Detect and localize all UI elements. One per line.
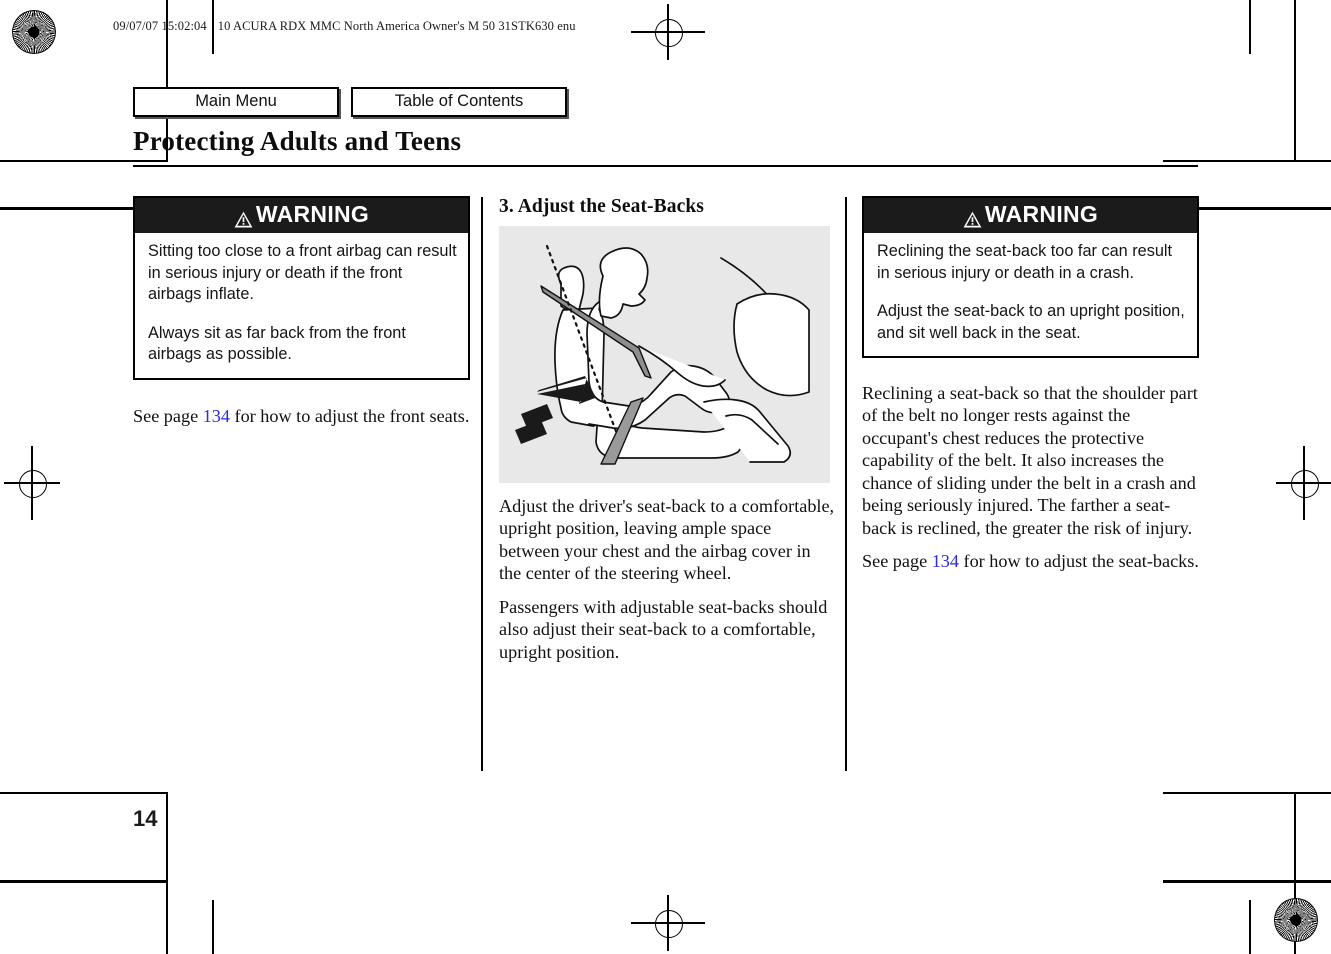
main-menu-button[interactable]: Main Menu xyxy=(133,87,339,118)
print-slug-job: 10 ACURA RDX MMC North America Owner's M… xyxy=(217,19,576,33)
table-of-contents-button[interactable]: Table of Contents xyxy=(351,87,567,118)
warning-body: Reclining the seat-back too far can resu… xyxy=(864,233,1197,356)
warning-box-airbag-distance: WARNING Sitting too close to a front air… xyxy=(133,196,470,380)
body-paragraph: Reclining a seat-back so that the should… xyxy=(862,383,1198,538)
registration-target-top-left xyxy=(12,10,56,54)
trim-mark-bottom-left-v-inner xyxy=(166,792,168,954)
print-slug-timestamp: 09/07/07 15:02:04 xyxy=(113,19,207,33)
trim-mark-top-right-v-outer xyxy=(1249,0,1251,54)
body-paragraph: Adjust the driver's seat-back to a comfo… xyxy=(499,496,835,584)
warning-header: WARNING xyxy=(135,198,468,233)
trim-mark-top-left-h-inner xyxy=(0,160,168,162)
warning-triangle-icon xyxy=(234,207,253,228)
trim-mark-top-right-h-inner xyxy=(1163,160,1331,162)
warning-paragraph: Reclining the seat-back too far can resu… xyxy=(877,242,1173,282)
warning-header-label: WARNING xyxy=(984,201,1099,227)
registration-crosshair-top xyxy=(631,4,705,60)
warning-triangle-icon xyxy=(963,207,982,228)
trim-mark-bottom-left-h-inner xyxy=(0,792,168,794)
page-reference-link[interactable]: 134 xyxy=(203,406,230,426)
page-number-folio: 14 xyxy=(133,806,158,831)
see-page-prefix: See page xyxy=(862,551,932,572)
trim-mark-top-right-v-inner xyxy=(1294,0,1296,162)
trim-mark-bottom-right-h-outer xyxy=(1163,880,1331,883)
see-page-prefix: See page xyxy=(133,405,203,426)
title-rule xyxy=(133,165,1198,167)
trim-mark-bottom-right-v-outer xyxy=(1249,900,1251,954)
page-reference-link[interactable]: 134 xyxy=(932,551,959,571)
warning-paragraph: Always sit as far back from the front ai… xyxy=(148,323,406,364)
body-paragraph: Passengers with adjustable seat-backs sh… xyxy=(499,596,828,662)
registration-crosshair-bottom xyxy=(631,895,705,951)
column-divider-left xyxy=(481,197,483,771)
registration-target-bottom-right xyxy=(1274,898,1318,942)
trim-mark-bottom-right-h-inner xyxy=(1163,792,1331,794)
right-column: WARNING Reclining the seat-back too far … xyxy=(862,196,1199,573)
warning-body: Sitting too close to a front airbag can … xyxy=(135,233,468,378)
page-title: Protecting Adults and Teens xyxy=(133,126,462,156)
driver-seat-back-adjustment-illustration xyxy=(499,226,830,483)
see-page-suffix: for how to adjust the seat-backs. xyxy=(958,551,1199,572)
left-column: WARNING Sitting too close to a front air… xyxy=(133,196,470,427)
warning-paragraph: Sitting too close to a front airbag can … xyxy=(148,242,457,303)
middle-column-body: Adjust the driver's seat-back to a comfo… xyxy=(499,495,836,663)
section-heading: 3. Adjust the Seat-Backs xyxy=(499,196,704,217)
see-page-reference: See page 134 for how to adjust the seat-… xyxy=(862,550,1199,572)
right-column-body: Reclining a seat-back so that the should… xyxy=(862,382,1199,573)
warning-header: WARNING xyxy=(864,198,1197,233)
left-column-body: See page 134 for how to adjust the front… xyxy=(133,405,470,427)
middle-column: 3. Adjust the Seat-Backs Adjust the driv… xyxy=(499,196,836,663)
registration-crosshair-right xyxy=(1276,446,1331,520)
warning-paragraph: Adjust the seat-back to an upright posit… xyxy=(877,302,1185,342)
see-page-reference: See page 134 for how to adjust the front… xyxy=(133,405,470,427)
column-divider-right xyxy=(845,197,847,771)
trim-mark-bottom-left-v-outer xyxy=(212,900,214,954)
trim-mark-bottom-left-h-outer xyxy=(0,880,168,883)
print-slug: 09/07/07 15:02:04 10 ACURA RDX MMC North … xyxy=(113,19,576,34)
see-page-suffix: for how to adjust the front seats. xyxy=(229,405,470,426)
warning-box-seatback-recline: WARNING Reclining the seat-back too far … xyxy=(862,196,1199,358)
document-navigation-bar: Main Menu Table of Contents xyxy=(133,87,567,118)
registration-crosshair-left xyxy=(4,446,60,520)
warning-header-label: WARNING xyxy=(255,201,370,227)
